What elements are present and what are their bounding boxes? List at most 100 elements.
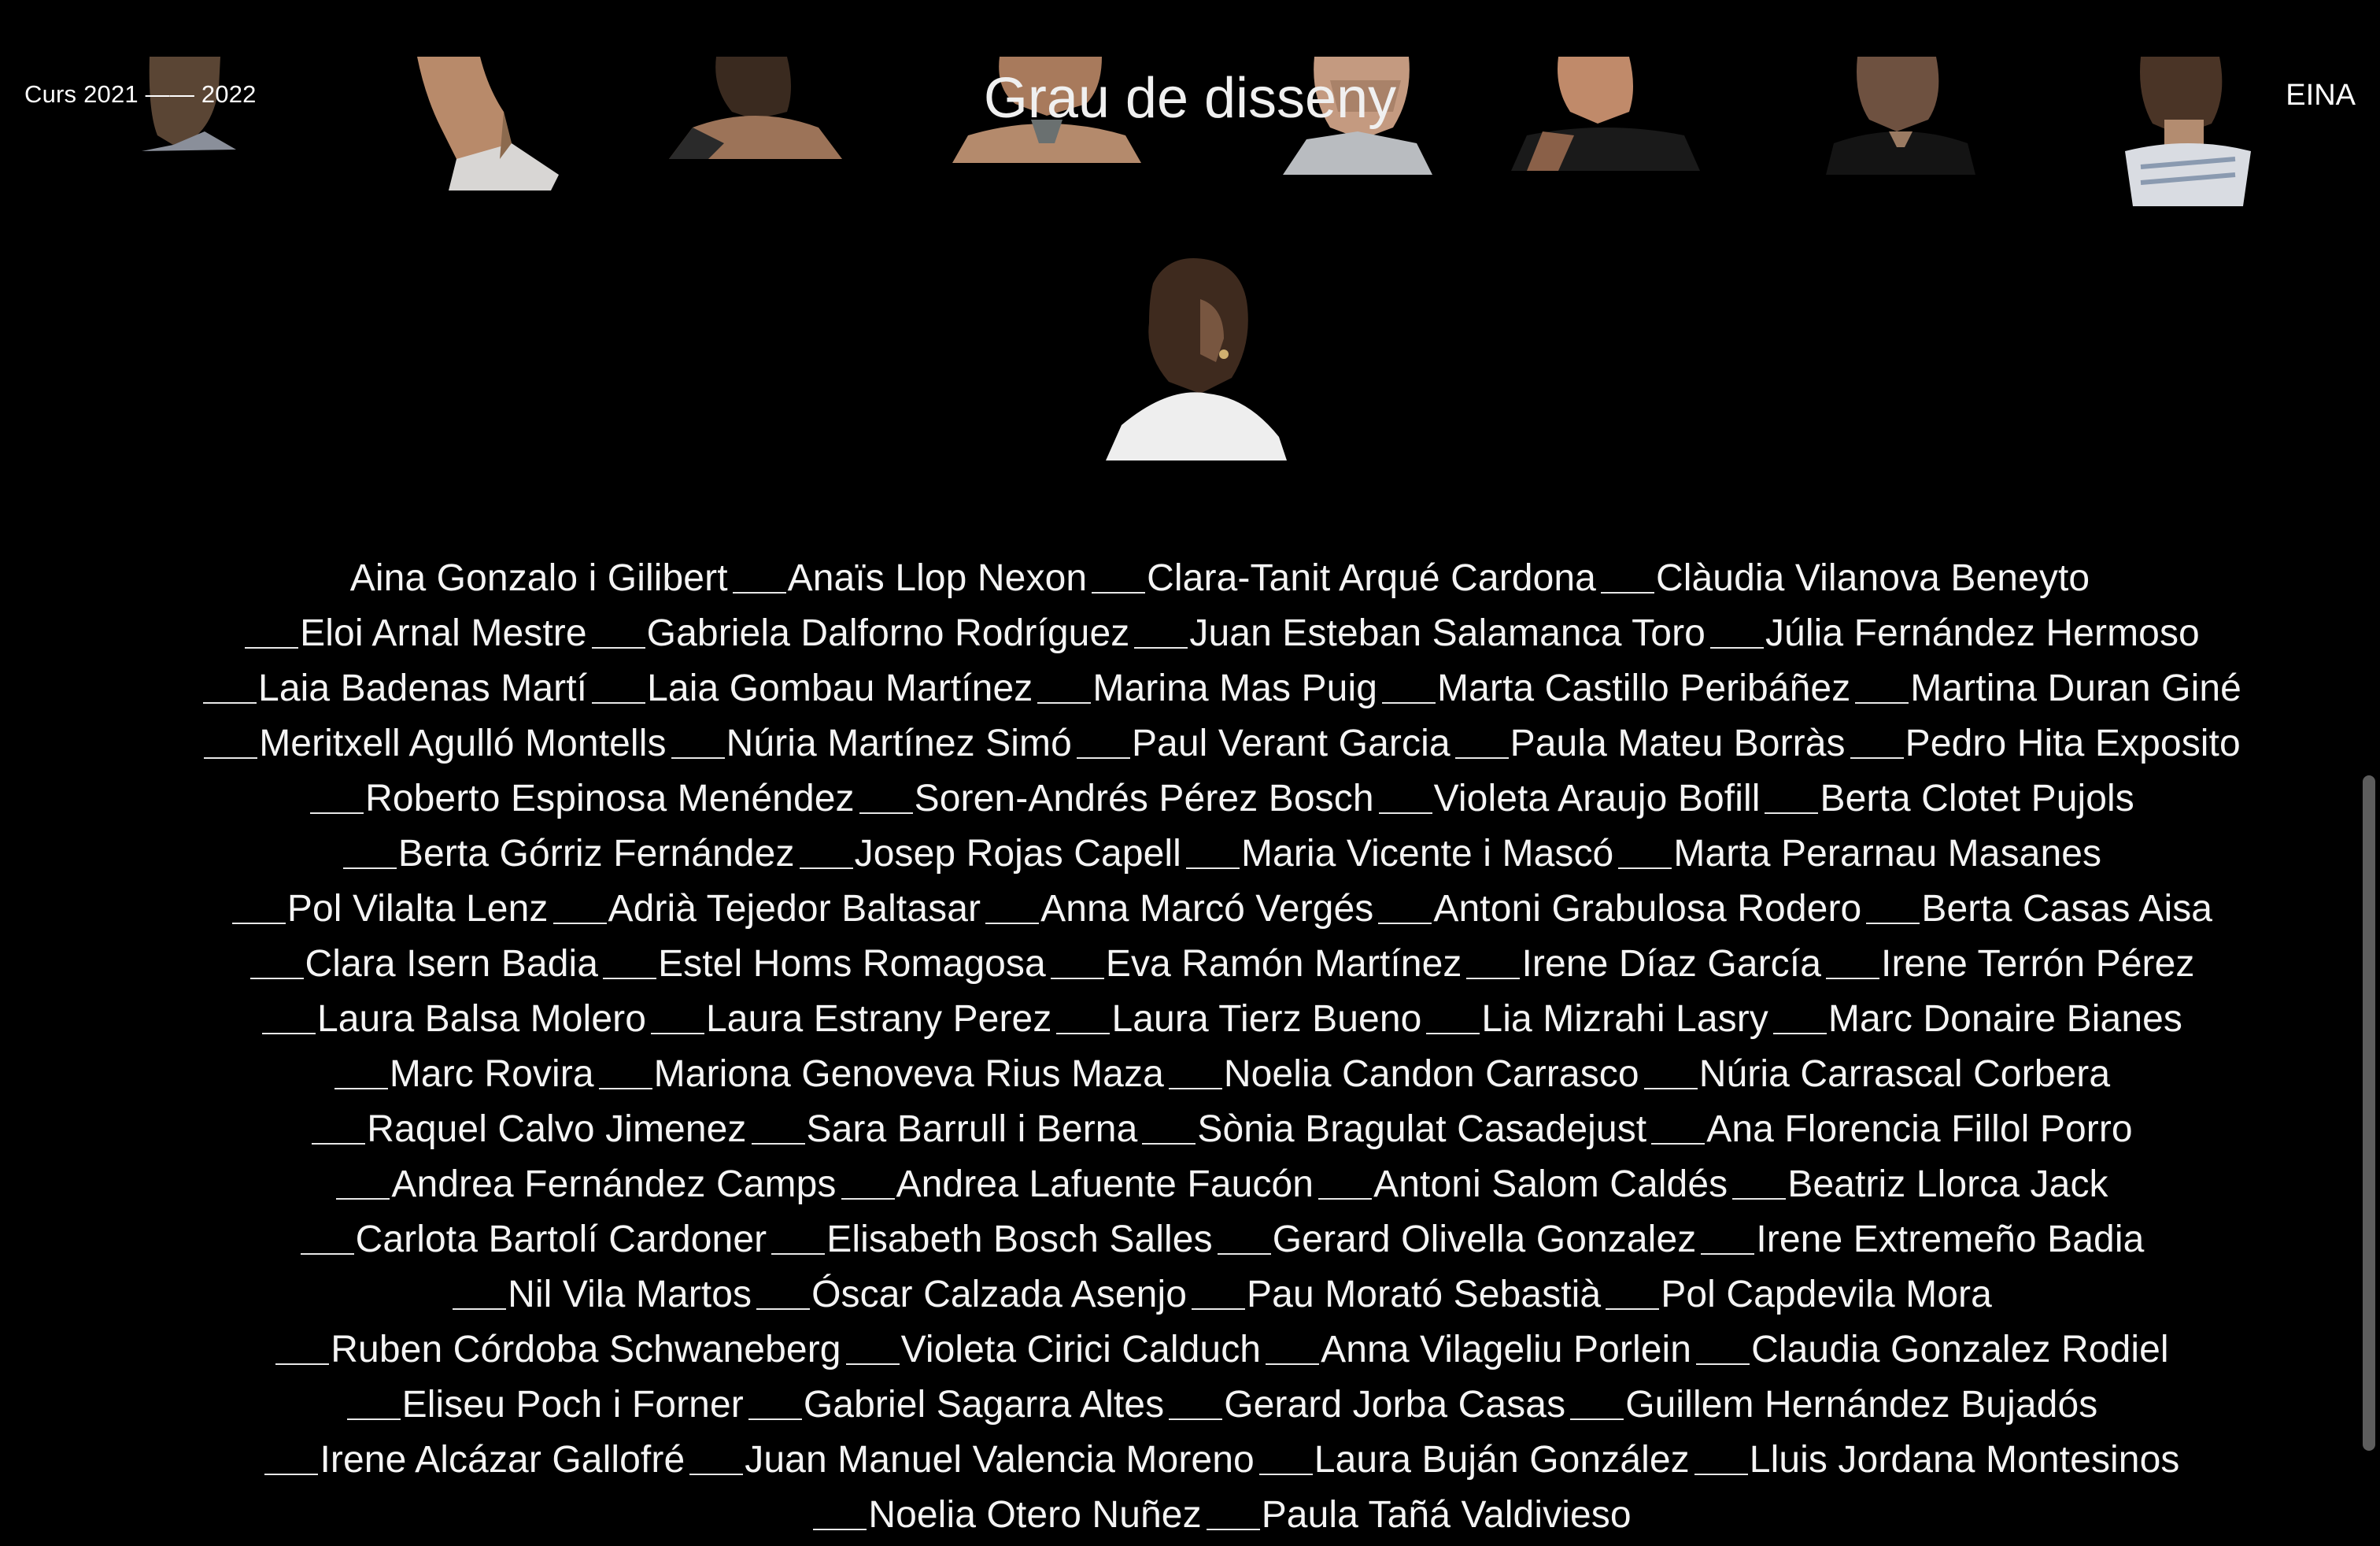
graduate-name[interactable]: Guillem Hernández Bujadós [1625, 1384, 2097, 1426]
graduate-name[interactable]: Lluis Jordana Montesinos [1750, 1439, 2180, 1481]
graduate-name[interactable]: Laia Gombau Martínez [647, 668, 1033, 709]
graduate-name[interactable]: Clara Isern Badia [305, 943, 599, 985]
graduate-name[interactable]: Antoni Grabulosa Rodero [1433, 888, 1861, 930]
separator-dash [1866, 923, 1920, 924]
graduate-name[interactable]: Óscar Calzada Asenjo [811, 1274, 1187, 1315]
separator-dash [1701, 1253, 1755, 1255]
graduate-name[interactable]: Raquel Calvo Jimenez [367, 1108, 746, 1150]
brand-link[interactable]: EINA [2286, 79, 2356, 113]
graduate-name[interactable]: Marc Donaire Bianes [1828, 998, 2182, 1040]
graduate-name[interactable]: Laia Badenas Martí [258, 668, 587, 709]
graduate-name[interactable]: Paula Mateu Borràs [1510, 723, 1846, 764]
graduate-name[interactable]: Elisabeth Bosch Salles [826, 1219, 1212, 1260]
separator-dash [453, 1308, 507, 1310]
graduate-name[interactable]: Nil Vila Martos [508, 1274, 752, 1315]
names-line: Irene Alcázar Gallofré Juan Manuel Valenc… [79, 1433, 2361, 1488]
graduate-name[interactable]: Josep Rojas Capell [855, 833, 1181, 875]
graduate-name[interactable]: Irene Alcázar Gallofré [320, 1439, 685, 1481]
graduate-name[interactable]: Júlia Fernández Hermoso [1765, 612, 2200, 654]
graduate-name[interactable]: Juan Esteban Salamanca Toro [1189, 612, 1706, 654]
graduate-name[interactable]: Maria Vicente i Mascó [1241, 833, 1613, 875]
graduate-name[interactable]: Laura Buján González [1314, 1439, 1690, 1481]
graduate-name[interactable]: Claudia Gonzalez Rodiel [1751, 1329, 2169, 1370]
graduate-name[interactable]: Roberto Espinosa Menéndez [365, 778, 855, 819]
graduate-name[interactable]: Gerard Jorba Casas [1224, 1384, 1565, 1426]
separator-dash [1217, 1253, 1271, 1255]
graduate-name[interactable]: Eliseu Poch i Forner [402, 1384, 744, 1426]
graduate-name[interactable]: Pedro Hita Exposito [1905, 723, 2241, 764]
portrait-featured[interactable] [1106, 252, 1287, 460]
graduate-name[interactable]: Andrea Fernández Camps [391, 1163, 836, 1205]
graduate-name[interactable]: Estel Homs Romagosa [658, 943, 1046, 985]
graduate-name[interactable]: Violeta Cirici Calduch [901, 1329, 1262, 1370]
graduate-name[interactable]: Ruben Córdoba Schwaneberg [331, 1329, 841, 1370]
separator-dash [751, 1143, 805, 1145]
graduate-name[interactable]: Irene Díaz García [1521, 943, 1821, 985]
names-line: Laia Badenas Martí Laia Gombau Martínez Ma… [79, 661, 2361, 716]
separator-dash [300, 1253, 354, 1255]
graduate-name[interactable]: Berta Clotet Pujols [1820, 778, 2134, 819]
graduate-name[interactable]: Aina Gonzalo i Gilibert [350, 557, 728, 599]
graduate-name[interactable]: Gerard Olivella Gonzalez [1273, 1219, 1697, 1260]
graduate-name[interactable]: Gabriela Dalforno Rodríguez [647, 612, 1130, 654]
graduate-name[interactable]: Berta Casas Aisa [1921, 888, 2212, 930]
separator-dash [1426, 1033, 1480, 1034]
separator-dash [671, 757, 725, 759]
separator-dash [245, 647, 299, 649]
graduate-name[interactable]: Adrià Tejedor Baltasar [608, 888, 981, 930]
graduate-name[interactable]: Martina Duran Giné [1910, 668, 2241, 709]
graduate-name[interactable]: Clara-Tanit Arqué Cardona [1147, 557, 1596, 599]
graduate-name[interactable]: Anna Vilageliu Porlein [1321, 1329, 1691, 1370]
graduate-name[interactable]: Núria Carrascal Corbera [1699, 1053, 2110, 1095]
graduate-name[interactable]: Berta Górriz Fernández [398, 833, 795, 875]
graduate-name[interactable]: Irene Terrón Pérez [1881, 943, 2194, 985]
graduates-list: Aina Gonzalo i Gilibert Anaïs Llop Nexon C… [79, 551, 2361, 1543]
graduate-name[interactable]: Irene Extremeño Badia [1756, 1219, 2144, 1260]
graduate-name[interactable]: Soren-Andrés Pérez Bosch [915, 778, 1374, 819]
graduate-name[interactable]: Sara Barrull i Berna [807, 1108, 1138, 1150]
names-line: Berta Górriz Fernández Josep Rojas Capell… [79, 827, 2361, 882]
separator-dash [336, 1198, 390, 1200]
graduate-name[interactable]: Carlota Bartolí Cardoner [356, 1219, 767, 1260]
graduate-name[interactable]: Mariona Genoveva Rius Maza [654, 1053, 1164, 1095]
graduate-name[interactable]: Paul Verant Garcia [1132, 723, 1451, 764]
graduate-name[interactable]: Eva Ramón Martínez [1106, 943, 1462, 985]
graduate-name[interactable]: Núria Martínez Simó [726, 723, 1072, 764]
graduate-name[interactable]: Lia Mizrahi Lasry [1481, 998, 1768, 1040]
graduate-name[interactable]: Marta Castillo Peribáñez [1437, 668, 1850, 709]
graduate-name[interactable]: Anaïs Llop Nexon [788, 557, 1088, 599]
separator-dash [1454, 757, 1509, 759]
graduate-name[interactable]: Ana Florencia Fillol Porro [1706, 1108, 2132, 1150]
graduate-name[interactable]: Eloi Arnal Mestre [300, 612, 587, 654]
graduate-name[interactable]: Clàudia Vilanova Beneyto [1656, 557, 2090, 599]
graduate-name[interactable]: Marc Rovira [390, 1053, 594, 1095]
graduate-name[interactable]: Laura Balsa Molero [317, 998, 646, 1040]
graduate-name[interactable]: Violeta Araujo Bofill [1434, 778, 1761, 819]
separator-dash [249, 978, 304, 979]
separator-dash [261, 1033, 316, 1034]
names-line: Andrea Fernández Camps Andrea Lafuente Fa… [79, 1157, 2361, 1212]
graduate-name[interactable]: Noelia Otero Nuñez [868, 1494, 1201, 1536]
graduate-name[interactable]: Paula Tañá Valdivieso [1262, 1494, 1632, 1536]
graduate-name[interactable]: Pol Vilalta Lenz [287, 888, 549, 930]
graduate-name[interactable]: Noelia Candon Carrasco [1224, 1053, 1639, 1095]
graduate-name[interactable]: Marina Mas Puig [1092, 668, 1377, 709]
graduate-name[interactable]: Marta Perarnau Masanes [1673, 833, 2101, 875]
graduate-name[interactable]: Pol Capdevila Mora [1661, 1274, 1992, 1315]
graduate-name[interactable]: Juan Manuel Valencia Moreno [745, 1439, 1255, 1481]
scrollbar-track[interactable] [2358, 0, 2380, 1546]
separator-dash [1570, 1418, 1624, 1420]
separator-dash [1600, 592, 1654, 594]
graduate-name[interactable]: Andrea Lafuente Faucón [896, 1163, 1314, 1205]
graduate-name[interactable]: Gabriel Sagarra Altes [804, 1384, 1164, 1426]
graduate-name[interactable]: Anna Marcó Vergés [1040, 888, 1373, 930]
graduate-name[interactable]: Laura Estrany Perez [706, 998, 1051, 1040]
scrollbar-thumb[interactable] [2363, 775, 2375, 1451]
graduate-name[interactable]: Pau Morató Sebastià [1247, 1274, 1601, 1315]
graduate-name[interactable]: Sònia Bragulat Casadejust [1197, 1108, 1646, 1150]
graduate-name[interactable]: Meritxell Agulló Montells [259, 723, 666, 764]
graduate-name[interactable]: Laura Tierz Bueno [1111, 998, 1421, 1040]
separator-dash [342, 867, 397, 869]
graduate-name[interactable]: Beatriz Llorca Jack [1787, 1163, 2108, 1205]
graduate-name[interactable]: Antoni Salom Caldés [1373, 1163, 1728, 1205]
